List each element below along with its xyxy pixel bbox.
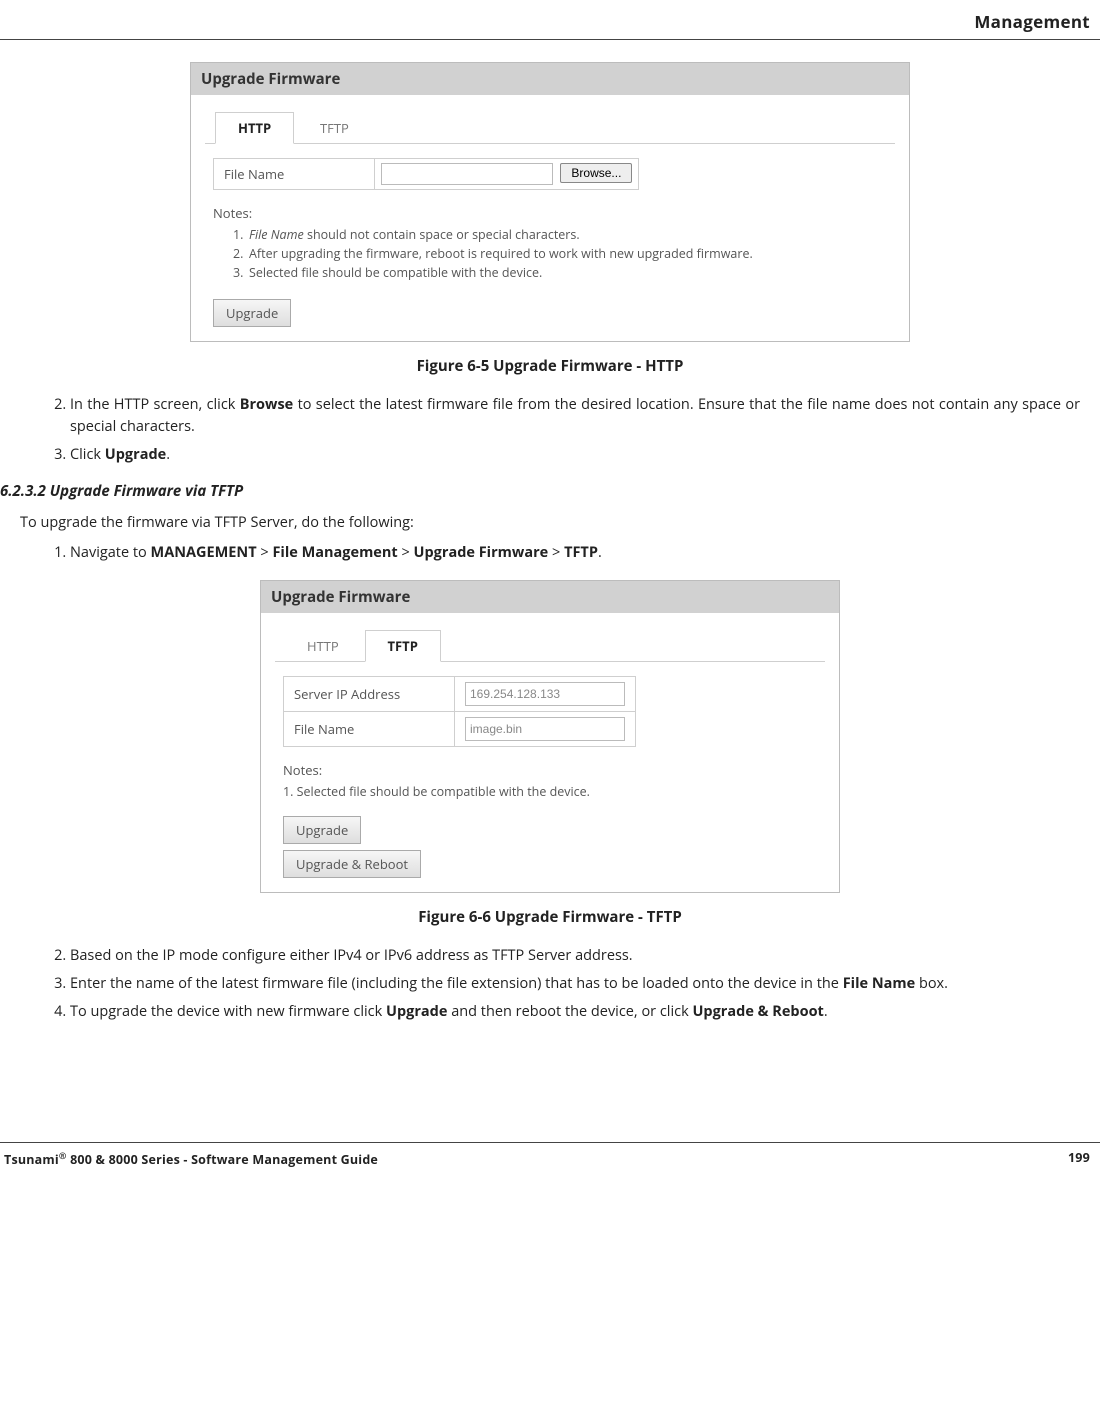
footer-page-number: 199 bbox=[1068, 1149, 1090, 1168]
file-name-input[interactable] bbox=[381, 163, 553, 185]
server-ip-label: Server IP Address bbox=[284, 677, 455, 712]
upgrade-reboot-button[interactable]: Upgrade & Reboot bbox=[283, 850, 421, 878]
steps-tftp-nav: Navigate to MANAGEMENT > File Management… bbox=[40, 542, 1100, 564]
steps-tftp-rest: Based on the IP mode configure either IP… bbox=[40, 945, 1100, 1022]
page-header: Management bbox=[0, 10, 1100, 39]
page-footer: Tsunami® 800 & 8000 Series - Software Ma… bbox=[0, 1142, 1100, 1168]
step-http-2: In the HTTP screen, click Browse to sele… bbox=[70, 394, 1080, 438]
panel-title-2: Upgrade Firmware bbox=[261, 581, 839, 613]
step-tftp-2: Based on the IP mode configure either IP… bbox=[70, 945, 1080, 967]
steps-http: In the HTTP screen, click Browse to sele… bbox=[40, 394, 1100, 465]
step-tftp-4: To upgrade the device with new firmware … bbox=[70, 1001, 1080, 1023]
note-1: 1.File Name should not contain space or … bbox=[233, 226, 895, 243]
tab-bar: HTTP TFTP bbox=[205, 111, 895, 144]
section-heading-tftp: 6.2.3.2 Upgrade Firmware via TFTP bbox=[0, 481, 1100, 501]
tab-http-2[interactable]: HTTP bbox=[285, 631, 361, 661]
file-name-row: File Name Browse... bbox=[213, 158, 639, 190]
upgrade-button[interactable]: Upgrade bbox=[213, 299, 291, 327]
tftp-form: Server IP Address File Name bbox=[283, 676, 636, 747]
tab-tftp-2[interactable]: TFTP bbox=[365, 630, 441, 662]
note-2: 2.After upgrading the firmware, reboot i… bbox=[233, 245, 895, 262]
browse-button[interactable]: Browse... bbox=[560, 163, 632, 183]
intro-tftp: To upgrade the firmware via TFTP Server,… bbox=[20, 513, 1100, 532]
notes-list: 1.File Name should not contain space or … bbox=[233, 226, 895, 281]
note-3: 3.Selected file should be compatible wit… bbox=[233, 264, 895, 281]
footer-guide-title: Tsunami® 800 & 8000 Series - Software Ma… bbox=[4, 1149, 378, 1168]
upgrade-button-2[interactable]: Upgrade bbox=[283, 816, 361, 844]
step-tftp-1: Navigate to MANAGEMENT > File Management… bbox=[70, 542, 1080, 564]
file-name-input-2[interactable] bbox=[465, 717, 625, 741]
file-name-label: File Name bbox=[214, 159, 375, 190]
file-name-label-2: File Name bbox=[284, 712, 455, 747]
upgrade-firmware-tftp-panel: Upgrade Firmware HTTP TFTP Server IP Add… bbox=[260, 580, 840, 893]
panel-title: Upgrade Firmware bbox=[191, 63, 909, 95]
notes-label-2: Notes: bbox=[283, 761, 825, 779]
tab-http[interactable]: HTTP bbox=[215, 112, 294, 144]
note-tftp-1: 1. Selected file should be compatible wi… bbox=[283, 783, 825, 800]
tab-tftp[interactable]: TFTP bbox=[298, 113, 371, 143]
figure-caption-6-5: Figure 6-5 Upgrade Firmware - HTTP bbox=[0, 356, 1100, 376]
step-http-3: Click Upgrade. bbox=[70, 444, 1080, 466]
step-tftp-3: Enter the name of the latest firmware fi… bbox=[70, 973, 1080, 995]
upgrade-firmware-http-panel: Upgrade Firmware HTTP TFTP File Name Bro… bbox=[190, 62, 910, 342]
server-ip-input[interactable] bbox=[465, 682, 625, 706]
figure-caption-6-6: Figure 6-6 Upgrade Firmware - TFTP bbox=[0, 907, 1100, 927]
divider-top bbox=[0, 39, 1100, 40]
tab-bar-2: HTTP TFTP bbox=[275, 629, 825, 662]
notes-label: Notes: bbox=[213, 204, 895, 222]
